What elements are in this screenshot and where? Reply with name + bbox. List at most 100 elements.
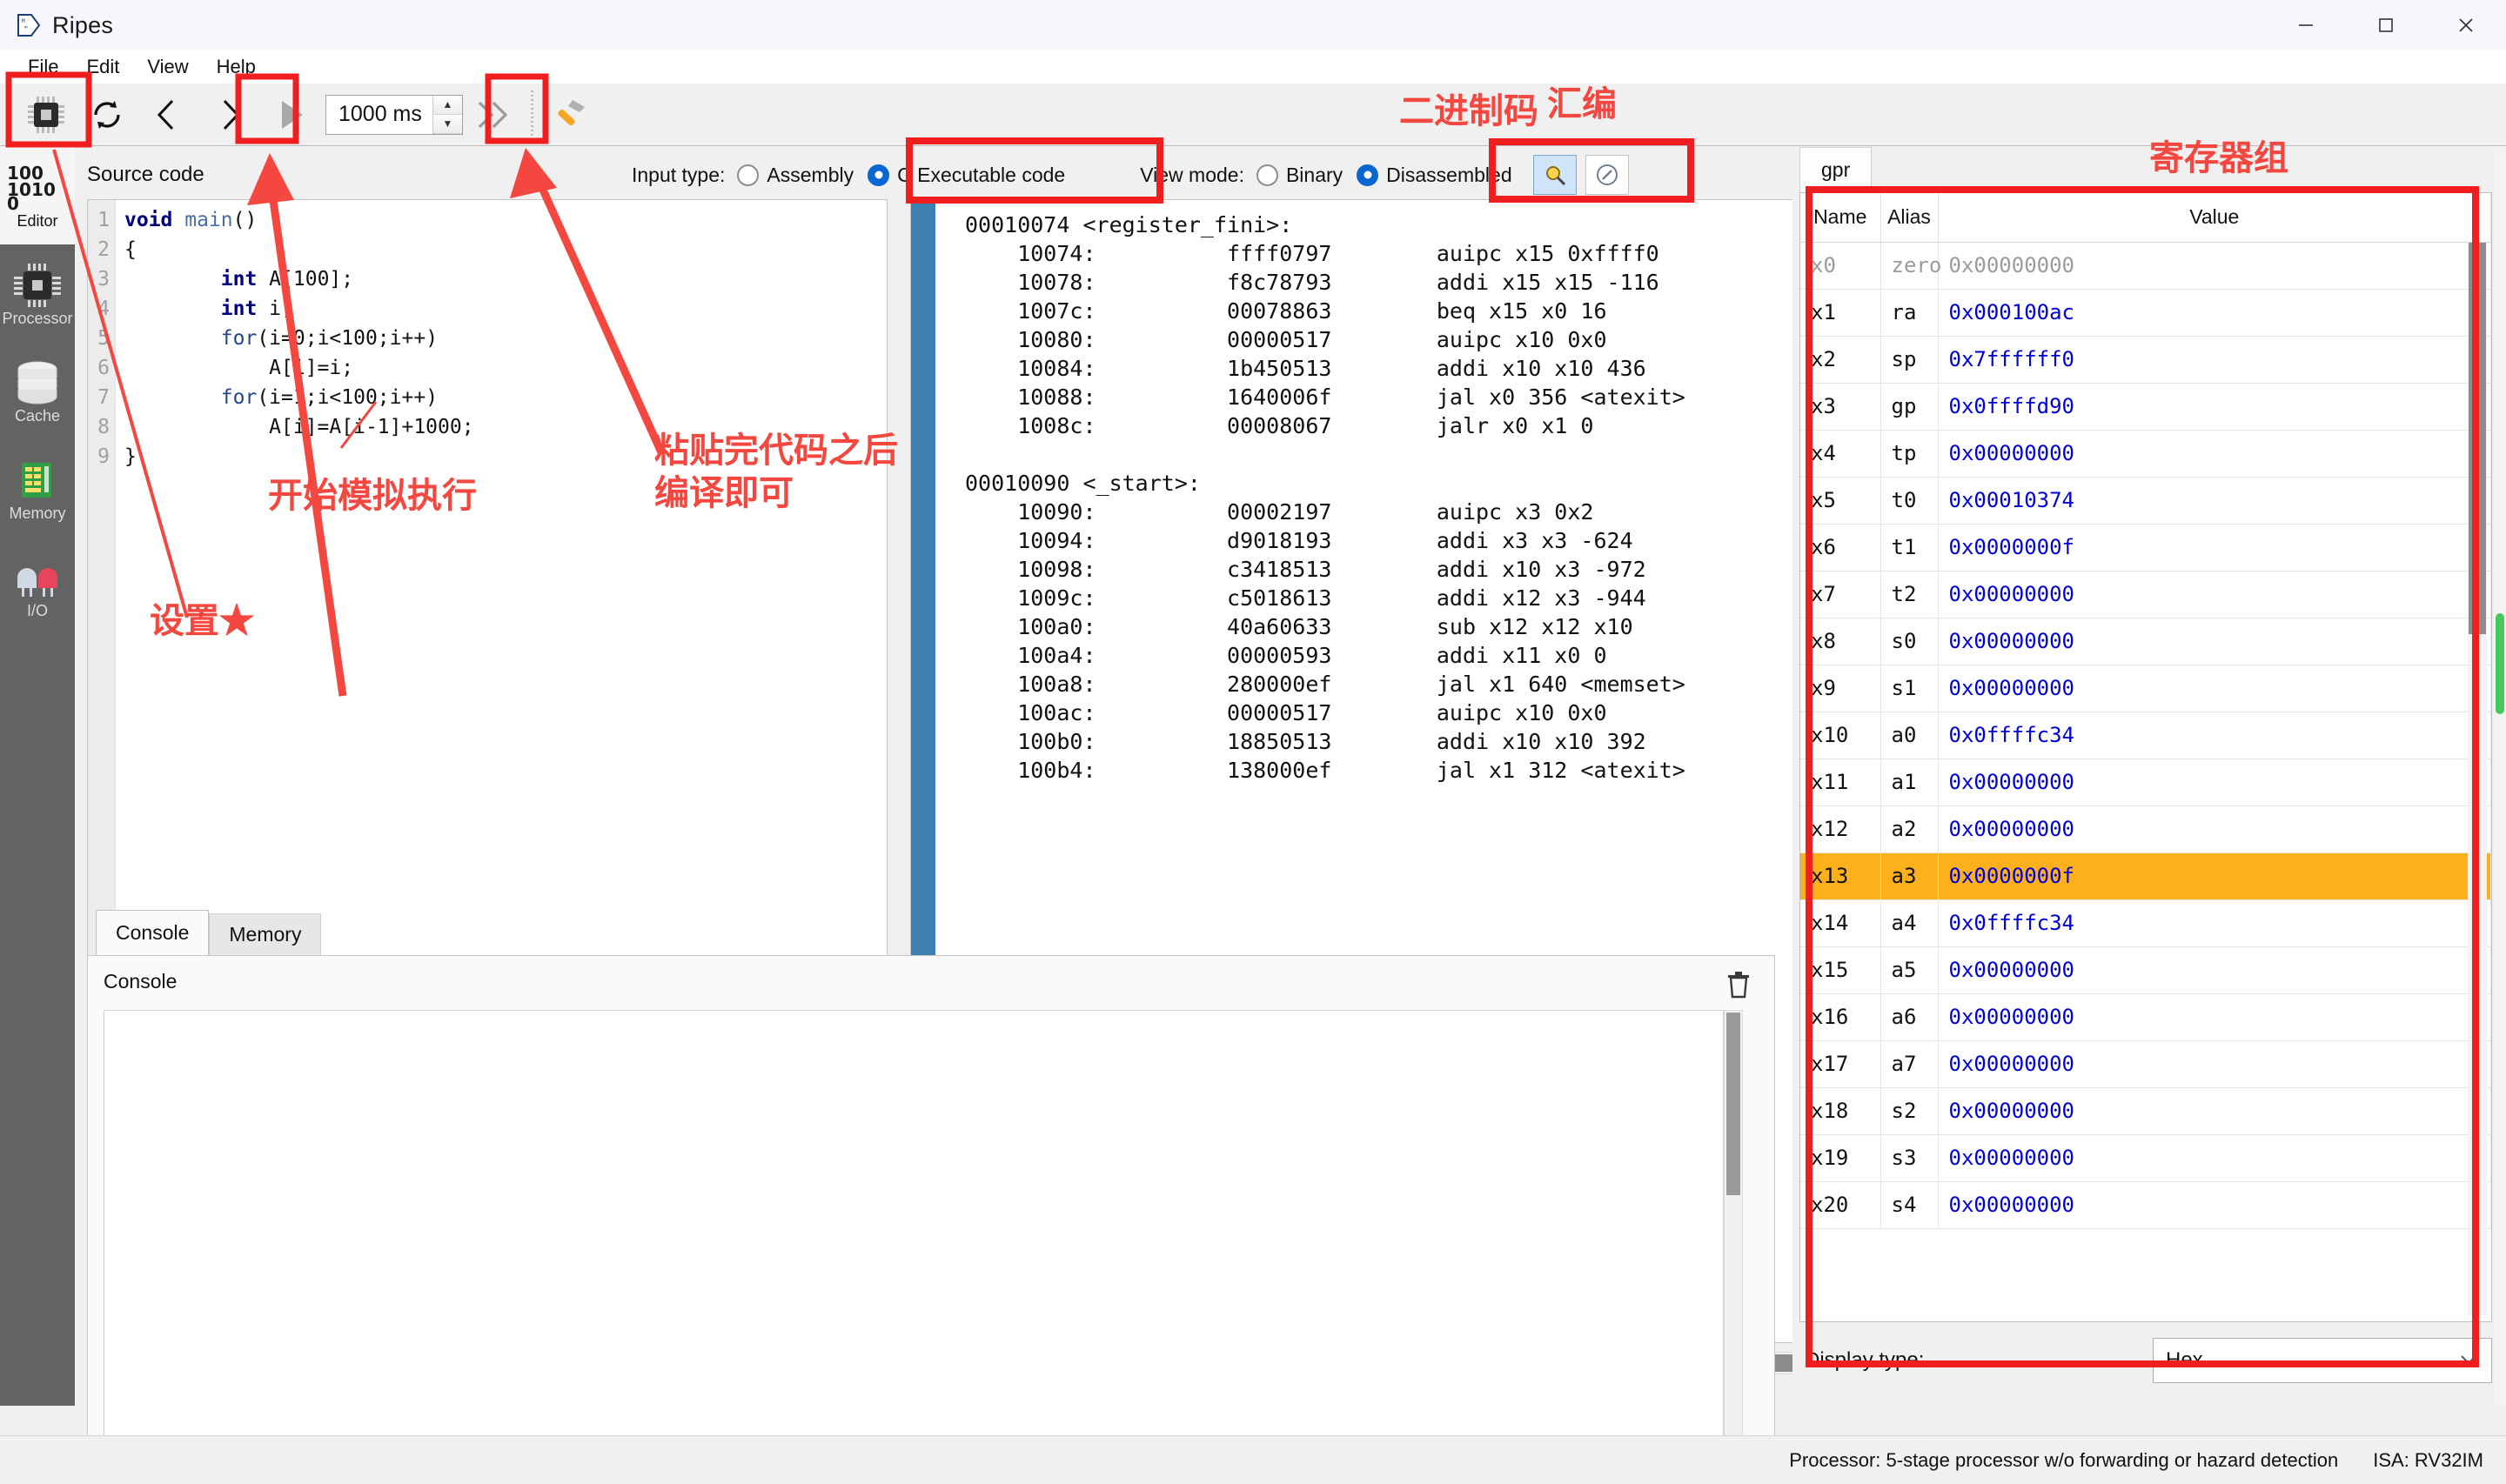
left-sidebar: 1 0 0 1 0 1 0 0 Editor Processor Cache M… xyxy=(0,147,75,1406)
register-name-cell: x1 xyxy=(1800,289,1881,337)
register-tabs: gpr xyxy=(1792,147,2506,192)
sidebar-item-editor[interactable]: 1 0 0 1 0 1 0 0 Editor xyxy=(0,147,75,244)
toolbar-drag-handle-2[interactable] xyxy=(526,90,539,139)
register-name-cell: x15 xyxy=(1800,946,1881,994)
table-row[interactable]: x19 s3 0x00000000 xyxy=(1800,1134,2491,1182)
scrollbar-thumb[interactable] xyxy=(1726,1013,1740,1195)
tab-memory[interactable]: Memory xyxy=(209,913,322,955)
console-vertical-scrollbar[interactable] xyxy=(1724,1010,1743,1464)
spin-up-button[interactable]: ▲ xyxy=(432,95,462,115)
svg-text:M: M xyxy=(22,18,25,24)
code-line: for(i=1;i<100;i++) xyxy=(220,386,439,409)
column-header-alias[interactable]: Alias xyxy=(1880,193,1939,243)
tab-console[interactable]: Console xyxy=(96,910,210,955)
fast-forward-icon[interactable] xyxy=(466,89,520,141)
chevron-down-icon xyxy=(2458,1352,2479,1370)
menu-edit[interactable]: Edit xyxy=(72,52,133,82)
table-row[interactable]: x20 s4 0x00000000 xyxy=(1800,1181,2491,1229)
sidebar-item-label: Cache xyxy=(14,406,61,424)
register-alias-cell: a7 xyxy=(1880,1040,1939,1088)
code-line: int i; xyxy=(220,297,293,320)
compass-icon[interactable] xyxy=(1585,155,1629,195)
trash-icon[interactable] xyxy=(1724,968,1753,1004)
table-row[interactable]: x17 a7 0x00000000 xyxy=(1800,1040,2491,1088)
radio-view-binary[interactable]: Binary xyxy=(1256,164,1343,187)
window-vertical-scrollbar[interactable] xyxy=(2494,147,2506,1406)
table-row[interactable]: x1 ra 0x000100ac xyxy=(1800,289,2491,337)
table-row[interactable]: x2 sp 0x7ffffff0 xyxy=(1800,336,2491,384)
register-alias-cell: a1 xyxy=(1880,759,1939,806)
table-row[interactable]: x9 s1 0x00000000 xyxy=(1800,665,2491,712)
register-value-cell: 0x00000000 xyxy=(1938,571,2491,618)
radio-view-disassembled[interactable]: Disassembled xyxy=(1357,164,1512,187)
sidebar-item-cache[interactable]: Cache xyxy=(0,342,75,439)
register-name-cell: x0 xyxy=(1800,242,1881,290)
run-simulation-button[interactable] xyxy=(263,89,317,141)
table-row[interactable]: x8 s0 0x00000000 xyxy=(1800,618,2491,665)
magnifier-icon[interactable] xyxy=(1532,155,1577,195)
table-row[interactable]: x15 a5 0x00000000 xyxy=(1800,946,2491,994)
table-row[interactable]: x6 t1 0x0000000f xyxy=(1800,524,2491,572)
table-row[interactable]: x10 a0 0x0ffffc34 xyxy=(1800,712,2491,759)
register-table-body: x0 zero 0x00000000 x1 ra 0x000100ac x2 sp 0x7fff… xyxy=(1800,242,2491,1229)
table-row[interactable]: x5 t0 0x00010374 xyxy=(1800,477,2491,525)
table-row[interactable]: x3 gp 0x0ffffd90 xyxy=(1800,383,2491,431)
simulation-speed-value[interactable]: 1000 ms xyxy=(326,102,432,127)
table-row[interactable]: x7 t2 0x00000000 xyxy=(1800,571,2491,618)
toolbar-drag-handle[interactable] xyxy=(3,90,16,139)
spinbox-arrows[interactable]: ▲ ▼ xyxy=(432,95,462,134)
column-header-value[interactable]: Value xyxy=(1938,193,2491,243)
radio-label: C Executable code xyxy=(897,163,1066,186)
code-line: void main() xyxy=(124,209,258,231)
line-number: 4 xyxy=(97,297,110,320)
register-vertical-scrollbar[interactable] xyxy=(2468,243,2487,1315)
sidebar-item-processor[interactable]: Processor xyxy=(0,244,75,342)
radio-label: Assembly xyxy=(767,163,854,186)
table-row[interactable]: x11 a1 0x00000000 xyxy=(1800,759,2491,806)
display-type-select[interactable]: Hex xyxy=(2153,1338,2492,1383)
line-number: 1 xyxy=(97,209,110,231)
scrollbar-thumb[interactable] xyxy=(2469,243,2486,634)
hammer-build-icon[interactable] xyxy=(543,89,597,141)
console-tabs: Console Memory xyxy=(87,910,1775,955)
spin-down-button[interactable]: ▼ xyxy=(432,114,462,134)
menu-view[interactable]: View xyxy=(133,52,202,82)
tab-gpr[interactable]: gpr xyxy=(1799,147,1873,192)
radio-dot-icon xyxy=(1256,164,1278,186)
step-back-icon[interactable] xyxy=(141,89,195,141)
radio-input-executable-c[interactable]: C Executable code xyxy=(868,164,1065,187)
table-row[interactable]: x0 zero 0x00000000 xyxy=(1800,242,2491,290)
status-isa-text: ISA: RV32IM xyxy=(2373,1448,2483,1471)
chip-reset-icon[interactable] xyxy=(19,89,73,141)
ram-memory-icon xyxy=(15,454,60,503)
radio-input-assembly[interactable]: Assembly xyxy=(737,164,854,187)
register-table: Name Alias Value x0 zero 0x00000000 x1 ra 0x0… xyxy=(1800,193,2491,1229)
register-alias-cell: a0 xyxy=(1880,712,1939,759)
step-forward-icon[interactable] xyxy=(202,89,256,141)
close-button[interactable] xyxy=(2426,0,2506,50)
sidebar-item-label: Processor xyxy=(2,309,73,327)
line-number: 5 xyxy=(97,327,110,350)
table-row[interactable]: x18 s2 0x00000000 xyxy=(1800,1087,2491,1135)
register-value-cell: 0x0ffffd90 xyxy=(1938,383,2491,431)
register-table-container[interactable]: Name Alias Value x0 zero 0x00000000 x1 ra 0x0… xyxy=(1799,192,2492,1322)
table-row[interactable]: x4 tp 0x00000000 xyxy=(1800,430,2491,478)
sidebar-item-io[interactable]: I/O xyxy=(0,537,75,634)
minimize-button[interactable] xyxy=(2266,0,2346,50)
table-row[interactable]: x12 a2 0x00000000 xyxy=(1800,806,2491,853)
simulation-speed-spinbox[interactable]: 1000 ms ▲ ▼ xyxy=(325,94,463,135)
column-header-name[interactable]: Name xyxy=(1800,193,1881,243)
chip-processor-icon xyxy=(12,259,63,308)
maximize-button[interactable] xyxy=(2346,0,2426,50)
console-output[interactable] xyxy=(104,1010,1724,1464)
scrollbar-thumb[interactable] xyxy=(2496,613,2504,714)
menu-file[interactable]: File xyxy=(14,52,72,82)
sidebar-item-memory[interactable]: Memory xyxy=(0,439,75,537)
register-value-cell: 0x0ffffc34 xyxy=(1938,899,2491,947)
menu-help[interactable]: Help xyxy=(203,52,270,82)
table-row[interactable]: x13 a3 0x0000000f xyxy=(1800,852,2491,900)
line-number: 3 xyxy=(97,268,110,291)
table-row[interactable]: x14 a4 0x0ffffc34 xyxy=(1800,899,2491,947)
reload-icon[interactable] xyxy=(80,89,134,141)
table-row[interactable]: x16 a6 0x00000000 xyxy=(1800,993,2491,1041)
